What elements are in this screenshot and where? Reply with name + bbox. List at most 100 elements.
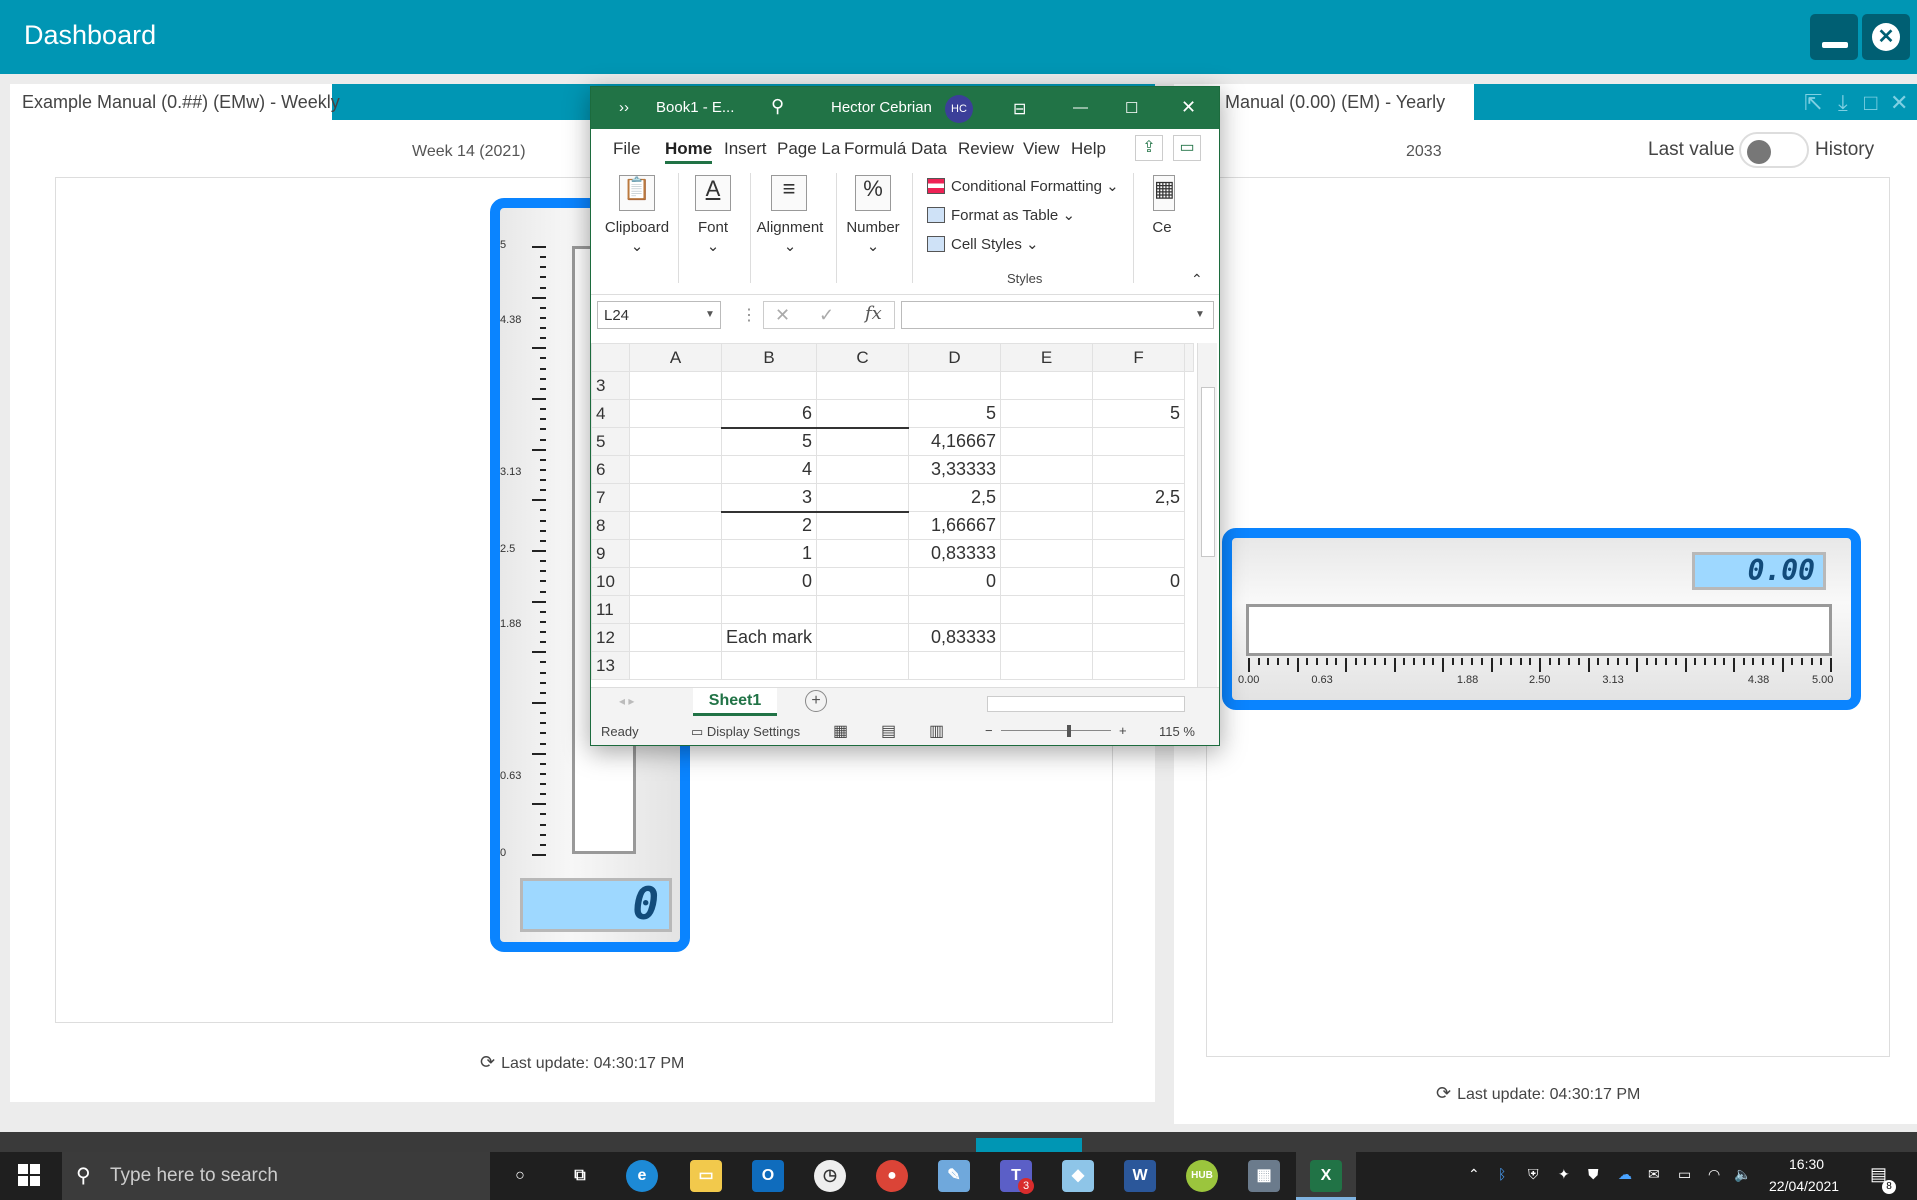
page-layout-view-icon[interactable]: ▤ (881, 721, 896, 741)
spreadsheet-grid[interactable]: ABCDEF 3 4 6 5 5 5 5 4,16667 6 4 3,33333 7 3 2,5 2,5 8 2… (591, 343, 1197, 687)
cell-e[interactable] (1000, 399, 1094, 428)
cell-f[interactable] (1092, 595, 1186, 624)
cell-a[interactable] (629, 483, 722, 512)
table-row[interactable]: 10 0 0 0 (591, 567, 1194, 596)
cell-c[interactable] (816, 455, 910, 484)
clock-icon[interactable]: ◷ (814, 1160, 846, 1192)
row-header[interactable]: 5 (591, 427, 630, 456)
cell-c[interactable] (816, 539, 910, 568)
ribbon-font[interactable]: Font (683, 219, 743, 236)
menu-review[interactable]: Review (958, 139, 1014, 159)
calculator-icon[interactable]: ▦ (1248, 1160, 1280, 1192)
cell-b[interactable]: 1 (720, 539, 818, 568)
clock-time[interactable]: 16:30 (1789, 1156, 1824, 1172)
volume-icon[interactable]: 🔈 (1734, 1166, 1751, 1183)
security-icon[interactable]: ⛨ (1528, 1166, 1539, 1183)
file-explorer-icon[interactable]: ▭ (690, 1160, 722, 1192)
collapse-ribbon-icon[interactable]: ⌃ (1191, 271, 1203, 288)
task-view-icon[interactable]: ⧉ (564, 1160, 596, 1192)
cell-c[interactable] (816, 567, 910, 596)
search-icon[interactable]: ⚲ (771, 96, 784, 117)
row-header[interactable]: 11 (591, 595, 630, 624)
ribbon-display-icon[interactable]: ⊟ (1013, 99, 1026, 119)
cell-f[interactable] (1092, 371, 1186, 400)
cell-d[interactable]: 4,16667 (908, 427, 1002, 456)
cell-a[interactable] (629, 427, 722, 456)
menu-help[interactable]: Help (1071, 139, 1106, 159)
column-header-e[interactable]: E (1000, 343, 1094, 372)
cortana-icon[interactable]: ○ (504, 1160, 536, 1192)
vertical-scrollbar[interactable] (1197, 343, 1217, 687)
cell-f[interactable]: 0 (1092, 567, 1186, 596)
chevron-down-icon[interactable]: ⌄ (753, 237, 827, 255)
font-icon[interactable]: A (695, 175, 731, 211)
cell-e[interactable] (1000, 371, 1094, 400)
ribbon-cells[interactable]: Ce (1147, 219, 1177, 236)
table-row[interactable]: 3 (591, 371, 1194, 400)
teams-tray-icon[interactable]: ✦ (1558, 1166, 1570, 1183)
zoom-out-icon[interactable]: − (985, 723, 993, 738)
cell-f[interactable]: 5 (1092, 399, 1186, 428)
cell-e[interactable] (1000, 511, 1094, 540)
row-header[interactable]: 6 (591, 455, 630, 484)
excel-close-icon[interactable]: ✕ (1181, 97, 1196, 118)
cell-c[interactable] (816, 399, 910, 428)
outlook-tray-icon[interactable]: ✉ (1648, 1166, 1660, 1183)
cell-a[interactable] (629, 567, 722, 596)
onedrive-icon[interactable]: ☁ (1618, 1166, 1632, 1183)
cell-b[interactable]: 0 (720, 567, 818, 596)
download-icon[interactable]: ⤓ (1838, 90, 1848, 116)
menu-file[interactable]: File (613, 139, 640, 159)
cell-styles-button[interactable]: Cell Styles ⌄ (927, 235, 1039, 253)
table-row[interactable]: 5 5 4,16667 (591, 426, 1194, 456)
cell-e[interactable] (1000, 539, 1094, 568)
zoom-slider-thumb[interactable] (1067, 725, 1071, 737)
cancel-icon[interactable]: ✕ (775, 305, 790, 326)
column-header-c[interactable]: C (816, 343, 910, 372)
table-row[interactable]: 6 4 3,33333 (591, 455, 1194, 484)
maximize-icon[interactable]: □ (1864, 90, 1877, 116)
cell-a[interactable] (629, 623, 722, 652)
cell-b[interactable]: 5 (720, 426, 818, 456)
cell-c[interactable] (816, 426, 910, 456)
column-header-f[interactable]: F (1092, 343, 1186, 372)
sheet-table[interactable]: ABCDEF 3 4 6 5 5 5 5 4,16667 6 4 3,33333 7 3 2,5 2,5 8 2… (591, 343, 1195, 680)
edge-icon[interactable]: e (626, 1160, 658, 1192)
sheet-tab[interactable]: Sheet1 (693, 688, 777, 716)
cell-b[interactable] (720, 651, 818, 680)
cell-c[interactable] (816, 371, 910, 400)
tray-overflow-icon[interactable]: ⌃ (1468, 1166, 1480, 1183)
shield-icon[interactable]: ⛊ (1588, 1166, 1599, 1183)
number-format-icon[interactable]: % (855, 175, 891, 211)
cell-d[interactable]: 0,83333 (908, 539, 1002, 568)
excel-maximize-icon[interactable]: ☐ (1125, 99, 1138, 117)
more-options-icon[interactable]: ⋮ (741, 305, 757, 325)
cell-d[interactable]: 0,83333 (908, 623, 1002, 652)
row-header[interactable]: 8 (591, 511, 630, 540)
comments-icon[interactable]: ▭ (1173, 135, 1201, 161)
outlook-icon[interactable]: O (752, 1160, 784, 1192)
name-box-dropdown-icon[interactable]: ▼ (705, 309, 715, 320)
zoom-level[interactable]: 115 % (1159, 724, 1195, 739)
cell-a[interactable] (629, 595, 722, 624)
share-icon[interactable]: ⇪ (1135, 135, 1163, 161)
excel-minimize-icon[interactable]: — (1073, 99, 1088, 116)
sheet-nav-left-icon[interactable]: ◂ ▸ (619, 694, 634, 708)
quick-access-icon[interactable]: ›› (619, 99, 629, 116)
cell-e[interactable] (1000, 455, 1094, 484)
column-header-b[interactable]: B (720, 343, 818, 372)
menu-formulas[interactable]: Formulá (844, 139, 906, 159)
table-row[interactable]: 8 2 1,66667 (591, 510, 1194, 540)
column-header-d[interactable]: D (908, 343, 1002, 372)
ribbon-number[interactable]: Number (841, 219, 905, 236)
cell-d[interactable]: 0 (908, 567, 1002, 596)
last-value-history-toggle[interactable] (1739, 132, 1809, 168)
cell-e[interactable] (1000, 595, 1094, 624)
alignment-icon[interactable]: ≡ (771, 175, 807, 211)
chevron-down-icon[interactable]: ⌄ (841, 237, 905, 255)
chevron-down-icon[interactable]: ⌄ (683, 237, 743, 255)
bluetooth-icon[interactable]: ᛒ (1498, 1166, 1506, 1182)
menu-home[interactable]: Home (665, 139, 713, 164)
formula-bar[interactable] (901, 301, 1214, 329)
paint-icon[interactable]: ✎ (938, 1160, 970, 1192)
